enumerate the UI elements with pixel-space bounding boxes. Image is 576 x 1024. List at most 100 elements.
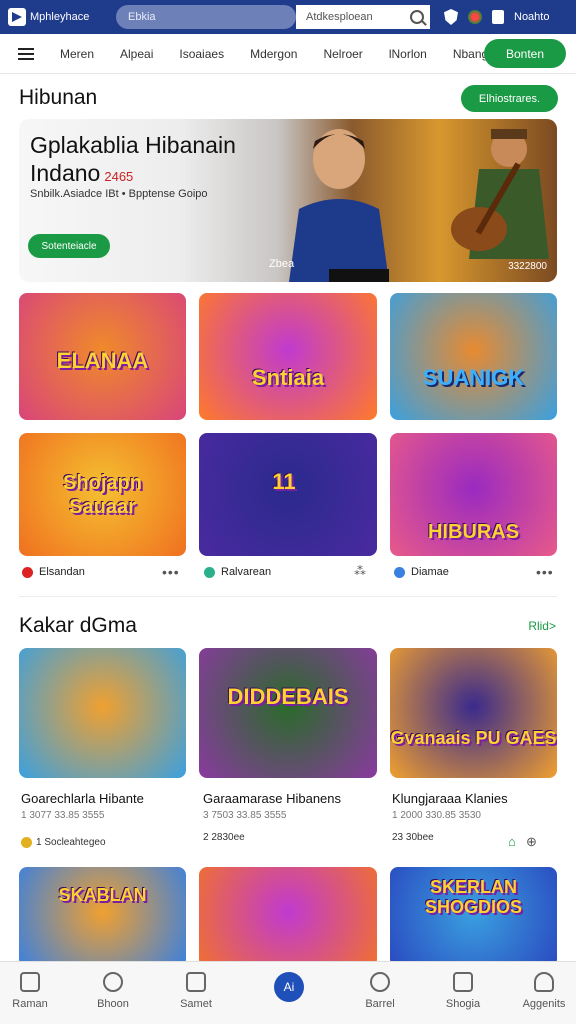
card-subtitle: 1 2000 330.85 3530 bbox=[392, 810, 481, 821]
search-input[interactable]: Atdkesploean bbox=[296, 5, 430, 29]
game-card-image[interactable] bbox=[19, 648, 186, 778]
bottom-nav-item[interactable]: Bhoon bbox=[78, 972, 148, 1010]
nav-item[interactable]: Meren bbox=[60, 47, 94, 61]
gem-icon bbox=[204, 566, 215, 578]
card-meta: 1 Socleahtegeo bbox=[21, 837, 106, 848]
tile-meta-label: Elsandan bbox=[39, 566, 85, 578]
more-options-icon[interactable]: ••• bbox=[162, 564, 180, 580]
card-title[interactable]: Garaamarase Hibanens bbox=[203, 791, 341, 806]
card-meta-label: 23 30bee bbox=[392, 832, 434, 843]
logo-icon bbox=[8, 8, 26, 26]
more-options-icon[interactable]: ••• bbox=[536, 564, 554, 580]
explore-icon bbox=[103, 972, 123, 992]
hero-tag: Zbea bbox=[269, 258, 295, 270]
address-bar[interactable]: Ebkia bbox=[116, 5, 296, 29]
share-icon[interactable]: ⌂ bbox=[508, 834, 517, 849]
game-tile[interactable]: Sntiaia bbox=[199, 293, 377, 420]
card-subtitle: 1 3077 33.85 3555 bbox=[21, 810, 105, 821]
nav-item[interactable]: Alpeai bbox=[120, 47, 153, 61]
bottom-nav-label: Raman bbox=[12, 998, 48, 1010]
tile-meta-label: Ralvarean bbox=[221, 566, 272, 578]
user-label[interactable]: Noahto bbox=[514, 11, 549, 23]
game-tile[interactable]: Shojapn Sauaar bbox=[19, 433, 186, 556]
shop-icon bbox=[453, 972, 473, 992]
lock-icon[interactable] bbox=[492, 10, 504, 24]
search-icon[interactable] bbox=[410, 10, 424, 24]
game-tile[interactable]: 11 bbox=[199, 433, 377, 556]
tile-label: SUANIGK bbox=[422, 365, 525, 390]
game-tile[interactable]: SKERLAN SHOGDIOS bbox=[390, 867, 557, 967]
card-title[interactable]: Klungjaraaa Klanies bbox=[392, 791, 508, 806]
bottom-nav-item[interactable]: Samet bbox=[161, 972, 231, 1010]
nav-cta-button[interactable]: Bonten bbox=[484, 39, 566, 68]
hero-button[interactable]: Sotenteiacle bbox=[28, 234, 110, 258]
library-icon bbox=[186, 972, 206, 992]
game-card-image[interactable]: Gvanaais PU GAES bbox=[390, 648, 557, 778]
tile-meta[interactable]: Diamae bbox=[394, 566, 449, 578]
logo[interactable]: Mphleyhace bbox=[8, 8, 116, 26]
gem-icon bbox=[22, 566, 33, 578]
card-title[interactable]: Goarechlarla Hibante bbox=[21, 791, 144, 806]
gem-icon bbox=[394, 566, 405, 578]
nav-item[interactable]: Nelroer bbox=[323, 47, 362, 61]
bottom-nav-item[interactable]: Barrel bbox=[345, 972, 415, 1010]
tile-label: DIDDEBAIS bbox=[227, 684, 349, 709]
hamburger-menu-icon[interactable] bbox=[18, 47, 34, 60]
hero-title: Gplakablia Hibanain Indano 2465 bbox=[30, 131, 270, 191]
grid-icon[interactable]: ⁂ bbox=[354, 564, 367, 578]
see-more-link[interactable]: Rlid> bbox=[528, 619, 556, 633]
section-action-button[interactable]: Elhiostrares. bbox=[461, 85, 558, 112]
section-title: Kakar dGma bbox=[19, 614, 137, 637]
game-tile[interactable]: SKABLAN bbox=[19, 867, 186, 967]
tile-label: ELANAA bbox=[56, 348, 149, 373]
tile-meta[interactable]: Ralvarean bbox=[204, 566, 271, 578]
logo-text: Mphleyhace bbox=[30, 11, 90, 23]
tile-label: SKERLAN SHOGDIOS bbox=[424, 877, 522, 917]
bottom-nav-label: Samet bbox=[180, 998, 212, 1010]
tile-label: HIBURAS bbox=[427, 521, 520, 543]
bookmark-icon[interactable]: ⊕ bbox=[526, 834, 538, 850]
bottom-navigation: Raman Bhoon Samet Ai Barrel Shogia Aggen… bbox=[0, 961, 576, 1024]
tile-label: SKABLAN bbox=[58, 885, 147, 905]
hero-badge: 2465 bbox=[104, 169, 134, 184]
tile-meta[interactable]: Elsandan bbox=[22, 566, 85, 578]
card-meta: 23 30bee bbox=[392, 832, 434, 843]
game-card-image[interactable]: DIDDEBAIS bbox=[199, 648, 377, 778]
shield-icon[interactable] bbox=[444, 9, 458, 25]
hero-guitarist-illustration bbox=[451, 129, 549, 259]
top-bar: Mphleyhace Ebkia Atdkesploean Noahto bbox=[0, 0, 576, 34]
nav-item[interactable]: Isoaiaes bbox=[179, 47, 224, 61]
hero-subtitle: Snbilk.Asiadce IBt • Bpptense Goipo bbox=[30, 188, 208, 200]
card-meta-label: 2 2830ee bbox=[203, 832, 245, 843]
tile-label: Shojapn Sauaar bbox=[63, 472, 142, 518]
hero-meta: 3322800 bbox=[508, 261, 547, 272]
tile-label: Gvanaais PU GAES bbox=[390, 728, 557, 748]
nav-item[interactable]: lNorlon bbox=[389, 47, 427, 61]
bottom-nav-item[interactable]: Aggenits bbox=[509, 972, 576, 1010]
heart-icon bbox=[370, 972, 390, 992]
game-tile[interactable]: HIBURAS bbox=[390, 433, 557, 556]
hero-title-line: Gplakablia Hibanain bbox=[30, 132, 236, 158]
game-tile[interactable]: SUANIGK bbox=[390, 293, 557, 420]
center-action-button[interactable]: Ai bbox=[274, 972, 304, 1002]
bottom-nav-label: Bhoon bbox=[97, 998, 129, 1010]
nav-item[interactable]: Mdergon bbox=[250, 47, 297, 61]
bottom-nav-label: Shogia bbox=[445, 998, 481, 1010]
home-icon bbox=[20, 972, 40, 992]
tile-meta-label: Diamae bbox=[411, 566, 449, 578]
bottom-nav-item[interactable]: Raman bbox=[0, 972, 65, 1010]
card-subtitle: 3 7503 33.85 3555 bbox=[203, 810, 287, 821]
gem-icon bbox=[21, 837, 32, 848]
hero-banner[interactable]: Gplakablia Hibanain Indano 2465 Snbilk.As… bbox=[19, 119, 557, 282]
bottom-nav-label: Aggenits bbox=[522, 998, 566, 1010]
game-tile[interactable]: ELANAA bbox=[19, 293, 186, 420]
tile-label: 11 bbox=[272, 469, 296, 494]
status-icon[interactable] bbox=[468, 10, 482, 24]
bottom-nav-item[interactable]: Shogia bbox=[428, 972, 498, 1010]
game-tile[interactable] bbox=[199, 867, 377, 967]
section-divider bbox=[19, 596, 557, 597]
bottom-nav-label: Barrel bbox=[365, 998, 395, 1010]
card-meta: 2 2830ee bbox=[203, 832, 245, 843]
main-nav: Meren Alpeai Isoaiaes Mdergon Nelroer lN… bbox=[0, 34, 576, 74]
card-meta-label: 1 Socleahtegeo bbox=[36, 837, 106, 848]
